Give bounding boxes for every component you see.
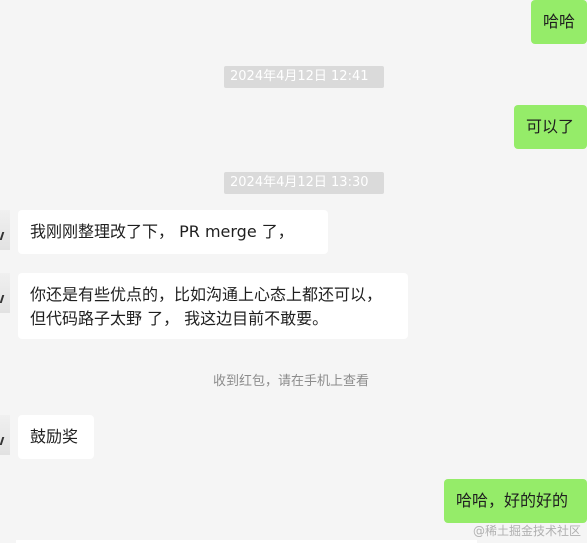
chat-window: 哈哈 2024年4月12日 12:41 可以了 2024年4月12日 13:30… <box>0 0 587 543</box>
system-text: 收到红包，请在手机上查看 <box>213 374 370 389</box>
incoming-message-bubble[interactable]: 我刚刚整理改了下， PR merge 了， <box>18 210 328 254</box>
incoming-message-bubble[interactable]: 你还是有些优点的，比如沟通上心态上都还可以， 但代码路子太野 了， 我这边目前不… <box>18 273 408 339</box>
outgoing-message-bubble[interactable]: 哈哈，好的好的 <box>444 479 587 523</box>
contact-avatar[interactable] <box>0 273 10 313</box>
incoming-message-bubble[interactable]: 鼓励奖 <box>18 415 94 459</box>
timestamp-divider: 2024年4月12日 12:41 <box>224 66 384 88</box>
outgoing-message-bubble[interactable]: 可以了 <box>514 105 587 149</box>
message-text: 我刚刚整理改了下， PR merge 了， <box>30 222 294 241</box>
watermark-text: @稀土掘金技术社区 <box>472 524 581 538</box>
timestamp-divider: 2024年4月12日 13:30 <box>224 172 384 194</box>
message-text: 你还是有些优点的，比如沟通上心态上都还可以， 但代码路子太野 了， 我这边目前不… <box>30 285 383 328</box>
red-packet-notice: 收到红包，请在手机上查看 <box>213 373 369 391</box>
timestamp-text: 2024年4月12日 12:41 <box>230 69 369 84</box>
watermark: @稀土掘金技术社区 <box>473 524 581 538</box>
timestamp-text: 2024年4月12日 13:30 <box>230 175 369 190</box>
contact-avatar[interactable] <box>0 415 10 455</box>
contact-avatar[interactable] <box>0 210 10 250</box>
message-text: 鼓励奖 <box>30 427 79 446</box>
message-text: 哈哈 <box>543 12 576 31</box>
message-text: 可以了 <box>526 117 575 136</box>
message-text: 哈哈，好的好的 <box>456 491 569 510</box>
outgoing-message-bubble[interactable]: 哈哈 <box>531 0 587 44</box>
